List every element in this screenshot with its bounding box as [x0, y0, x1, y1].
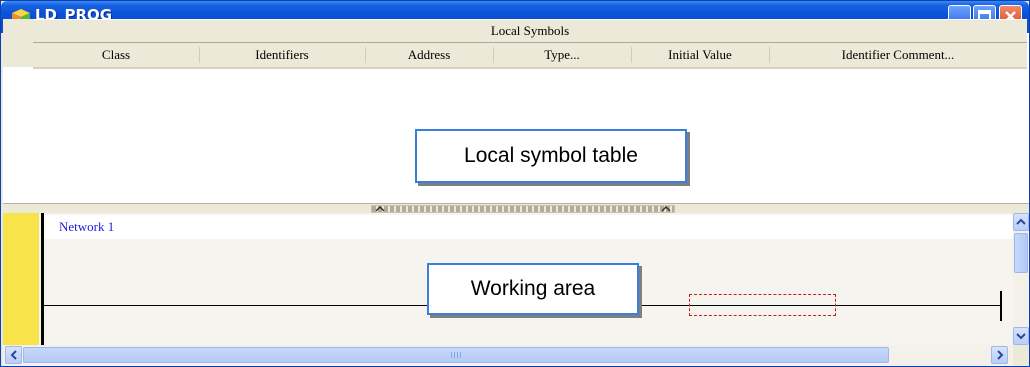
scroll-down-icon [1016, 333, 1026, 340]
scroll-left-icon [10, 350, 17, 360]
left-power-rail-margin [3, 213, 39, 345]
local-symbol-table-callout: Local symbol table [415, 129, 687, 183]
column-address[interactable]: Address [365, 43, 493, 67]
column-class[interactable]: Class [33, 43, 199, 67]
vertical-scroll-thumb[interactable] [1014, 233, 1028, 273]
ld-prog-window: LD_PROG Local Symbols Class Identifiers … [0, 0, 1030, 367]
column-identifiers[interactable]: Identifiers [199, 43, 365, 67]
instruction-placeholder[interactable] [689, 294, 836, 316]
local-symbols-title: Local Symbols [33, 19, 1027, 43]
right-power-rail [1000, 291, 1002, 321]
network-header[interactable] [44, 215, 1013, 239]
scroll-thumb-grip [451, 352, 463, 358]
scroll-right-button[interactable] [991, 346, 1008, 364]
network-label[interactable]: Network 1 [59, 216, 114, 238]
scroll-down-button[interactable] [1013, 327, 1029, 345]
splitter-grip[interactable] [371, 205, 675, 213]
scroll-up-button[interactable] [1013, 213, 1029, 231]
column-identifier-comment[interactable]: Identifier Comment... [769, 43, 1027, 67]
symbol-table-header: Class Identifiers Address Type... Initia… [33, 43, 1027, 69]
row-header-gutter [3, 19, 34, 67]
scroll-left-button[interactable] [5, 346, 22, 364]
scroll-up-icon [1016, 218, 1026, 225]
scroll-right-icon [997, 350, 1004, 360]
splitter-up-icon [375, 206, 671, 212]
column-type[interactable]: Type... [493, 43, 631, 67]
working-area-callout: Working area [427, 263, 639, 315]
column-initial-value[interactable]: Initial Value [631, 43, 769, 67]
